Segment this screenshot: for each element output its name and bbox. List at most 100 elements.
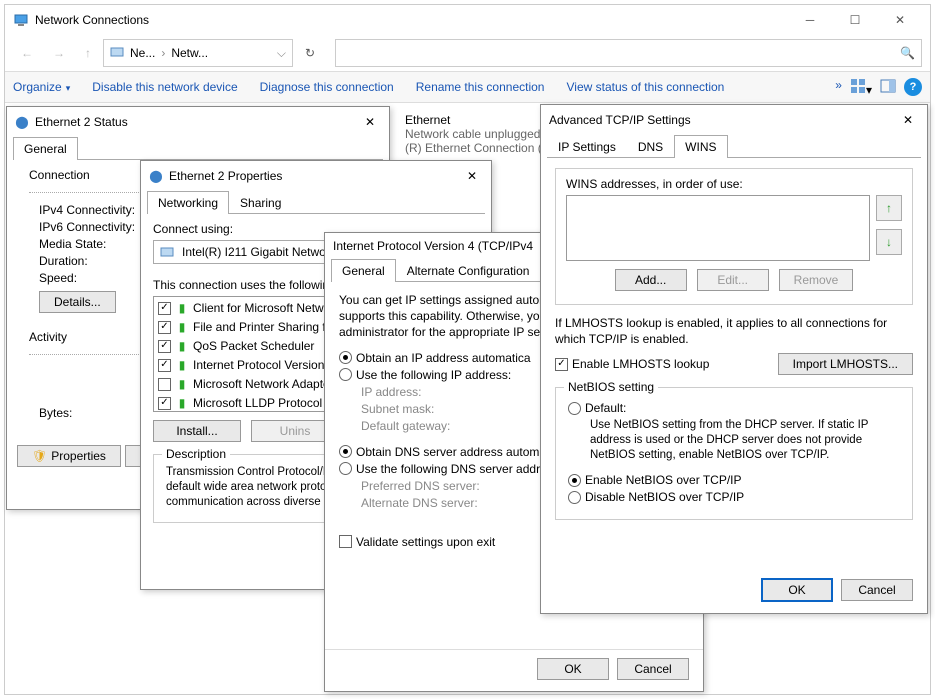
dialog-title: Ethernet 2 Status [35,115,359,129]
close-icon[interactable]: ✕ [897,111,919,129]
breadcrumb-icon [110,46,124,60]
overflow-chevron-icon[interactable]: » [835,78,842,97]
protocol-icon: ▮ [175,396,189,410]
enable-lmhosts-checkbox[interactable] [555,358,568,371]
use-ip-radio[interactable] [339,368,352,381]
group-legend: Activity [25,330,71,344]
label: Speed: [39,271,77,285]
protocol-icon: ▮ [175,377,189,391]
obtain-dns-radio[interactable] [339,445,352,458]
close-icon[interactable]: ✕ [359,113,381,131]
diagnose-button[interactable]: Diagnose this connection [260,80,394,94]
tab-general[interactable]: General [13,137,78,160]
maximize-button[interactable]: ☐ [833,6,877,34]
ok-button[interactable]: OK [537,658,609,680]
forward-icon: → [45,42,73,64]
adapter-icon: ⬤ [15,115,29,129]
netbios-enable-radio[interactable] [568,474,581,487]
item-name: Ethernet [405,113,552,127]
item-checkbox[interactable] [158,340,171,353]
advanced-tcpip-dialog: Advanced TCP/IP Settings ✕ IP Settings D… [540,104,928,614]
tab-alternate[interactable]: Alternate Configuration [396,259,541,282]
tab-general[interactable]: General [331,259,396,282]
up-icon[interactable]: ↑ [77,42,99,64]
edit-button: Edit... [697,269,769,291]
help-icon[interactable]: ? [904,78,922,96]
preview-pane-icon[interactable] [880,78,896,97]
item-checkbox[interactable] [158,321,171,334]
search-icon: 🔍 [900,46,915,60]
back-icon[interactable]: ← [13,42,41,64]
label: Media State: [39,237,106,251]
item-device: (R) Ethernet Connection (... [405,141,552,155]
item-status: Network cable unplugged [405,127,552,141]
view-icon[interactable]: ▾ [850,78,872,97]
window-title: Network Connections [35,13,788,27]
label: Duration: [39,254,88,268]
organize-menu[interactable]: Organize [13,80,70,94]
netbios-default-radio[interactable] [568,402,581,415]
item-checkbox[interactable] [158,397,171,410]
tab-networking[interactable]: Networking [147,191,229,214]
search-input[interactable]: 🔍 [335,39,922,67]
netbios-default-desc: Use NetBIOS setting from the DHCP server… [590,418,900,463]
move-up-button[interactable]: ↑ [876,195,902,221]
protocol-icon: ▮ [175,358,189,372]
dialog-title: Advanced TCP/IP Settings [549,113,897,127]
label: IPv6 Connectivity: [39,220,135,234]
disable-device-button[interactable]: Disable this network device [92,80,237,94]
remove-button: Remove [779,269,854,291]
command-bar: Organize Disable this network device Dia… [5,71,930,103]
netbios-disable-radio[interactable] [568,491,581,504]
refresh-icon[interactable]: ↻ [297,42,323,64]
tab-sharing[interactable]: Sharing [229,191,292,214]
shield-icon: 🛡 [32,449,47,463]
lmhosts-note: If LMHOSTS lookup is enabled, it applies… [555,315,913,347]
add-button[interactable]: Add... [615,269,687,291]
item-label: Microsoft Network Adapte [193,377,330,391]
item-checkbox[interactable] [158,378,171,391]
item-checkbox[interactable] [158,302,171,315]
breadcrumb-part[interactable]: Ne... [130,46,155,60]
breadcrumb-part[interactable]: Netw... [171,46,208,60]
nav-toolbar: ← → ↑ Ne... › Netw... ⌵ ↻ 🔍 [5,35,930,71]
move-down-button[interactable]: ↓ [876,229,902,255]
item-label: Microsoft LLDP Protocol [193,396,322,410]
obtain-ip-radio[interactable] [339,351,352,364]
details-button[interactable]: Details... [39,291,116,313]
label: IPv4 Connectivity: [39,203,135,217]
app-icon [13,12,29,28]
properties-button[interactable]: 🛡Properties [17,445,121,467]
use-dns-radio[interactable] [339,462,352,475]
tab-ip-settings[interactable]: IP Settings [547,135,627,158]
item-label: Client for Microsoft Network [193,301,340,315]
close-icon[interactable]: ✕ [461,167,483,185]
titlebar: Network Connections ─ ☐ ✕ [5,5,930,35]
view-status-button[interactable]: View status of this connection [566,80,724,94]
import-lmhosts-button[interactable]: Import LMHOSTS... [778,353,913,375]
label: WINS addresses, in order of use: [566,177,902,191]
item-label: Internet Protocol Version 4 [193,358,334,372]
chevron-down-icon[interactable]: ⌵ [277,46,286,61]
protocol-icon: ▮ [175,320,189,334]
tab-dns[interactable]: DNS [627,135,674,158]
rename-button[interactable]: Rename this connection [416,80,545,94]
tab-wins[interactable]: WINS [674,135,727,158]
ok-button[interactable]: OK [761,578,833,602]
group-legend: Description [162,447,230,461]
item-checkbox[interactable] [158,359,171,372]
group-legend: Connection [25,168,94,182]
wins-listbox[interactable] [566,195,870,261]
protocol-icon: ▮ [175,301,189,315]
install-button[interactable]: Install... [153,420,241,442]
minimize-button[interactable]: ─ [788,6,832,34]
close-button[interactable]: ✕ [878,6,922,34]
protocol-icon: ▮ [175,339,189,353]
breadcrumb[interactable]: Ne... › Netw... ⌵ [103,39,293,67]
label: Bytes: [39,406,72,420]
cancel-button[interactable]: Cancel [841,579,913,601]
cancel-button[interactable]: Cancel [617,658,689,680]
validate-checkbox[interactable] [339,535,352,548]
adapter-icon: ⬤ [149,169,163,183]
list-item[interactable]: Ethernet Network cable unplugged (R) Eth… [405,113,552,155]
